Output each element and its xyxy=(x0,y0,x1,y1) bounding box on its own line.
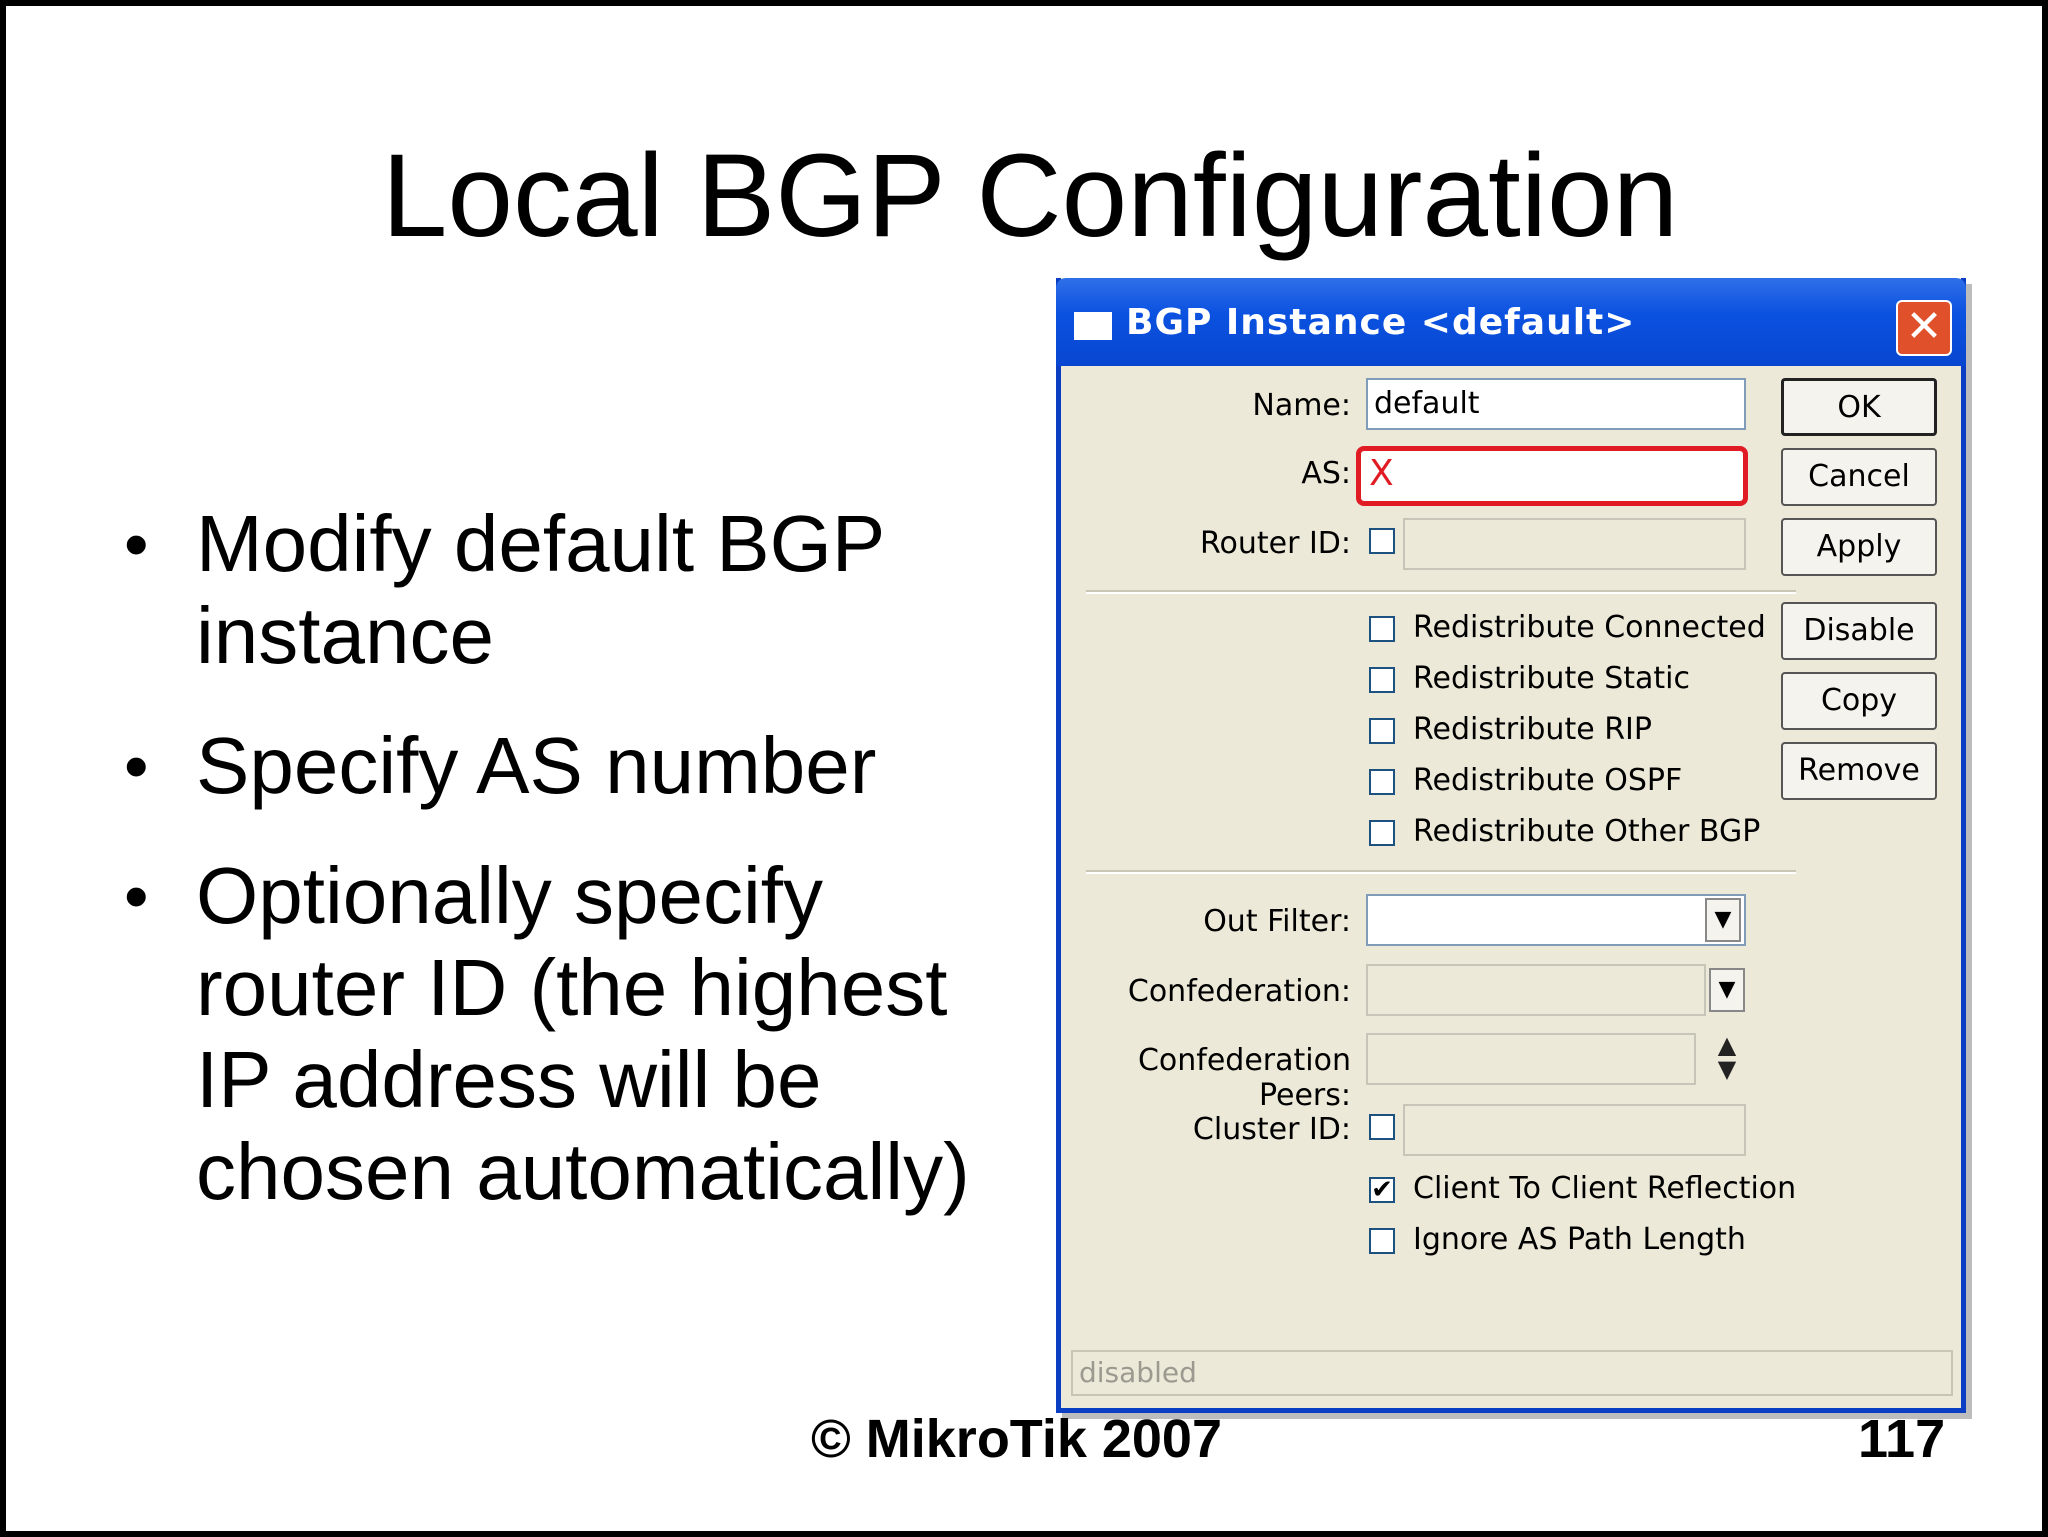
status-bar: disabled xyxy=(1071,1350,1953,1396)
cluster-id-input[interactable] xyxy=(1403,1104,1746,1156)
bullet-item: • Optionally specify router ID (the highe… xyxy=(124,850,1024,1218)
copyright-text: © MikroTik 2007 xyxy=(811,1409,1222,1469)
cluster-id-label: Cluster ID: xyxy=(1192,1112,1351,1147)
cluster-id-checkbox[interactable] xyxy=(1369,1114,1395,1140)
bullet-list: • Modify default BGP instance • Specify AS… xyxy=(124,498,1024,1256)
remove-button[interactable]: Remove xyxy=(1781,742,1937,800)
bullet-dot: • xyxy=(124,505,149,583)
router-id-checkbox[interactable] xyxy=(1369,528,1395,554)
spinner-icon[interactable]: ▲ ▼ xyxy=(1709,1033,1745,1085)
chevron-down-icon[interactable]: ▼ xyxy=(1709,968,1745,1012)
out-filter-select[interactable] xyxy=(1366,894,1746,946)
router-id-label: Router ID: xyxy=(1199,526,1351,561)
bullet-text: Optionally specify router ID (the highes… xyxy=(196,851,970,1216)
confederation-peers-label: Confederation Peers: xyxy=(1137,1043,1351,1113)
ignore-as-path-length-checkbox[interactable] xyxy=(1369,1228,1395,1254)
redistribute-ospf-label: Redistribute OSPF xyxy=(1413,763,1683,798)
bullet-dot: • xyxy=(124,857,149,935)
cancel-button[interactable]: Cancel xyxy=(1781,448,1937,506)
redistribute-static-label: Redistribute Static xyxy=(1413,661,1690,696)
separator xyxy=(1086,590,1796,594)
bullet-item: • Modify default BGP instance xyxy=(124,498,1024,682)
redistribute-connected-label: Redistribute Connected xyxy=(1413,610,1766,645)
name-label: Name: xyxy=(1252,388,1351,423)
as-label: AS: xyxy=(1301,456,1351,491)
redistribute-static-checkbox[interactable] xyxy=(1369,667,1395,693)
chevron-down-icon[interactable]: ▼ xyxy=(1705,898,1741,942)
confederation-input[interactable] xyxy=(1366,964,1706,1016)
page-number: 117 xyxy=(1858,1409,1946,1469)
redistribute-ospf-checkbox[interactable] xyxy=(1369,769,1395,795)
window-icon xyxy=(1074,312,1112,340)
close-icon[interactable]: ✕ xyxy=(1896,300,1952,356)
ok-button[interactable]: OK xyxy=(1781,378,1937,436)
slide-title: Local BGP Configuration xyxy=(381,130,1679,262)
confederation-peers-input[interactable] xyxy=(1366,1033,1696,1085)
disable-button[interactable]: Disable xyxy=(1781,602,1937,660)
spin-up-icon[interactable]: ▲ xyxy=(1709,1033,1745,1057)
copy-button[interactable]: Copy xyxy=(1781,672,1937,730)
redistribute-connected-checkbox[interactable] xyxy=(1369,616,1395,642)
dialog-title: BGP Instance <default> xyxy=(1126,302,1636,343)
dialog-titlebar[interactable]: BGP Instance <default> ✕ xyxy=(1056,278,1966,366)
name-input[interactable]: default xyxy=(1366,378,1746,430)
redistribute-rip-label: Redistribute RIP xyxy=(1413,712,1652,747)
client-to-client-reflection-checkbox[interactable]: ✔ xyxy=(1369,1177,1395,1203)
out-filter-label: Out Filter: xyxy=(1203,904,1351,939)
slide: Local BGP Configuration • Modify default … xyxy=(0,0,2048,1537)
confederation-label: Confederation: xyxy=(1127,974,1351,1009)
client-to-client-reflection-label: Client To Client Reflection xyxy=(1413,1171,1797,1206)
as-input[interactable]: X xyxy=(1356,446,1748,506)
bullet-dot: • xyxy=(124,727,149,805)
router-id-input[interactable] xyxy=(1403,518,1746,570)
separator xyxy=(1086,870,1796,874)
redistribute-other-bgp-label: Redistribute Other BGP xyxy=(1413,814,1761,849)
bullet-text: Specify AS number xyxy=(196,721,877,810)
redistribute-rip-checkbox[interactable] xyxy=(1369,718,1395,744)
bullet-text: Modify default BGP instance xyxy=(196,499,884,680)
ignore-as-path-length-label: Ignore AS Path Length xyxy=(1413,1222,1746,1257)
redistribute-other-bgp-checkbox[interactable] xyxy=(1369,820,1395,846)
bgp-instance-dialog: BGP Instance <default> ✕ Name: default A… xyxy=(1056,278,1966,1413)
apply-button[interactable]: Apply xyxy=(1781,518,1937,576)
bullet-item: • Specify AS number xyxy=(124,720,1024,812)
spin-down-icon[interactable]: ▼ xyxy=(1709,1057,1745,1081)
